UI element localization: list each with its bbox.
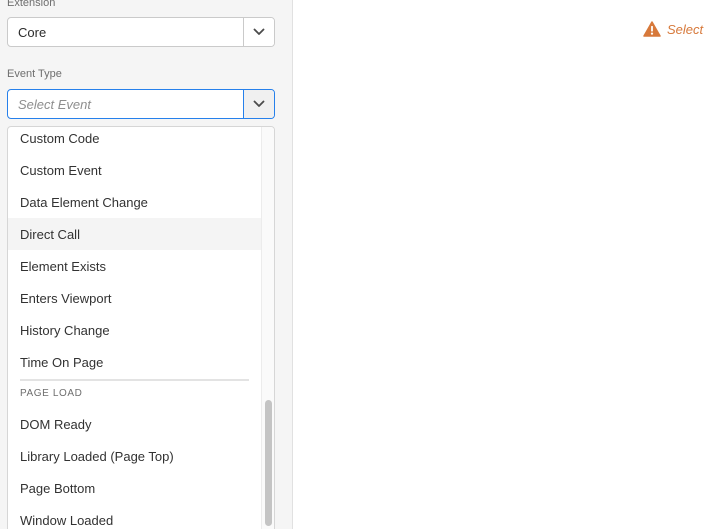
menu-item-dom-ready[interactable]: DOM Ready [8, 408, 261, 440]
menu-item-time-on-page[interactable]: Time On Page [8, 346, 261, 378]
menu-section-page-load: PAGE LOAD [20, 388, 83, 399]
event-type-picker[interactable]: Select Event [7, 89, 275, 119]
chevron-down-icon [253, 100, 265, 107]
event-type-placeholder: Select Event [18, 96, 91, 112]
event-type-warning: Select an event type [643, 21, 704, 37]
event-type-dropdown-button[interactable] [243, 90, 274, 118]
menu-item-history-change[interactable]: History Change [8, 314, 261, 346]
event-type-menu: Custom Code Custom Event Data Element Ch… [7, 126, 275, 529]
event-config-panel: Extension Core Event Type Select Event C… [0, 0, 293, 529]
rule-event-editor: Extension Core Event Type Select Event C… [0, 0, 704, 529]
warning-text: Select an event type [667, 21, 704, 37]
extension-dropdown-button[interactable] [243, 18, 274, 46]
menu-item-library-loaded[interactable]: Library Loaded (Page Top) [8, 440, 261, 472]
menu-item-page-bottom[interactable]: Page Bottom [8, 472, 261, 504]
menu-item-element-exists[interactable]: Element Exists [8, 250, 261, 282]
menu-item-data-element-change[interactable]: Data Element Change [8, 186, 261, 218]
menu-scrollbar-thumb[interactable] [265, 400, 272, 526]
menu-divider [20, 379, 249, 381]
alert-triangle-icon [643, 21, 661, 37]
menu-item-direct-call[interactable]: Direct Call [8, 218, 261, 250]
menu-item-custom-code[interactable]: Custom Code [8, 127, 261, 154]
event-type-label: Event Type [7, 68, 62, 80]
menu-item-window-loaded[interactable]: Window Loaded [8, 504, 261, 529]
extension-label: Extension [7, 0, 56, 9]
extension-value: Core [18, 24, 47, 40]
extension-picker[interactable]: Core [7, 17, 275, 47]
menu-item-enters-viewport[interactable]: Enters Viewport [8, 282, 261, 314]
chevron-down-icon [253, 28, 265, 35]
menu-item-custom-event[interactable]: Custom Event [8, 154, 261, 186]
